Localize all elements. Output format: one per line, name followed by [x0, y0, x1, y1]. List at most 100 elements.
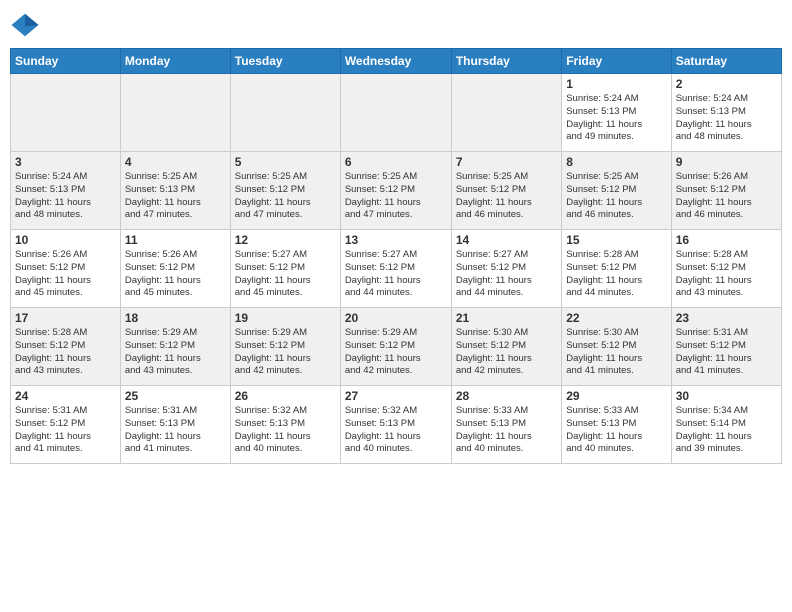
day-header-sunday: Sunday — [11, 49, 121, 74]
day-info: Sunrise: 5:27 AM Sunset: 5:12 PM Dayligh… — [456, 249, 557, 300]
calendar-cell — [120, 74, 230, 152]
day-number: 2 — [676, 77, 777, 91]
calendar-cell: 3Sunrise: 5:24 AM Sunset: 5:13 PM Daylig… — [11, 152, 121, 230]
day-info: Sunrise: 5:32 AM Sunset: 5:13 PM Dayligh… — [345, 405, 447, 456]
calendar-cell: 11 Sunrise: 5:26 AM Sunset: 5:12 PM Dayli… — [120, 230, 230, 308]
day-number: 18 — [125, 311, 226, 325]
day-info: Sunrise: 5:31 AM Sunset: 5:12 PM Dayligh… — [15, 405, 116, 456]
day-info: Sunrise: 5:31 AM Sunset: 5:12 PM Dayligh… — [676, 327, 777, 378]
day-header-tuesday: Tuesday — [230, 49, 340, 74]
day-info: Sunrise: 5:24 AM Sunset: 5:13 PM Dayligh… — [676, 93, 777, 144]
day-info: Sunrise: 5:25 AM Sunset: 5:12 PM Dayligh… — [235, 171, 336, 222]
calendar-cell: 9 Sunrise: 5:26 AM Sunset: 5:12 PM Daylig… — [671, 152, 781, 230]
calendar-cell: 28Sunrise: 5:33 AM Sunset: 5:13 PM Dayli… — [451, 386, 561, 464]
day-number: 16 — [676, 233, 777, 247]
day-info: Sunrise: 5:29 AM Sunset: 5:12 PM Dayligh… — [125, 327, 226, 378]
day-info: Sunrise: 5:30 AM Sunset: 5:12 PM Dayligh… — [456, 327, 557, 378]
day-header-wednesday: Wednesday — [340, 49, 451, 74]
day-number: 15 — [566, 233, 666, 247]
day-number: 7 — [456, 155, 557, 169]
page: SundayMondayTuesdayWednesdayThursdayFrid… — [0, 0, 792, 612]
day-info: Sunrise: 5:25 AM Sunset: 5:12 PM Dayligh… — [456, 171, 557, 222]
day-number: 30 — [676, 389, 777, 403]
day-info: Sunrise: 5:31 AM Sunset: 5:13 PM Dayligh… — [125, 405, 226, 456]
calendar-cell: 26Sunrise: 5:32 AM Sunset: 5:13 PM Dayli… — [230, 386, 340, 464]
day-number: 1 — [566, 77, 666, 91]
day-number: 4 — [125, 155, 226, 169]
calendar-cell: 4 Sunrise: 5:25 AM Sunset: 5:13 PM Daylig… — [120, 152, 230, 230]
day-info: Sunrise: 5:25 AM Sunset: 5:13 PM Dayligh… — [125, 171, 226, 222]
calendar-cell — [340, 74, 451, 152]
day-number: 27 — [345, 389, 447, 403]
day-number: 6 — [345, 155, 447, 169]
week-row-5: 24 Sunrise: 5:31 AM Sunset: 5:12 PM Dayli… — [11, 386, 782, 464]
day-number: 21 — [456, 311, 557, 325]
day-info: Sunrise: 5:25 AM Sunset: 5:12 PM Dayligh… — [345, 171, 447, 222]
day-number: 26 — [235, 389, 336, 403]
day-info: Sunrise: 5:29 AM Sunset: 5:12 PM Dayligh… — [235, 327, 336, 378]
day-info: Sunrise: 5:26 AM Sunset: 5:12 PM Dayligh… — [676, 171, 777, 222]
day-info: Sunrise: 5:34 AM Sunset: 5:14 PM Dayligh… — [676, 405, 777, 456]
calendar-cell: 16Sunrise: 5:28 AM Sunset: 5:12 PM Dayli… — [671, 230, 781, 308]
calendar-cell — [451, 74, 561, 152]
day-header-thursday: Thursday — [451, 49, 561, 74]
day-number: 14 — [456, 233, 557, 247]
week-row-3: 10Sunrise: 5:26 AM Sunset: 5:12 PM Dayli… — [11, 230, 782, 308]
calendar-cell: 18 Sunrise: 5:29 AM Sunset: 5:12 PM Dayli… — [120, 308, 230, 386]
calendar-cell — [230, 74, 340, 152]
day-number: 5 — [235, 155, 336, 169]
day-number: 20 — [345, 311, 447, 325]
day-number: 25 — [125, 389, 226, 403]
day-number: 8 — [566, 155, 666, 169]
day-header-monday: Monday — [120, 49, 230, 74]
calendar-cell: 13 Sunrise: 5:27 AM Sunset: 5:12 PM Dayli… — [340, 230, 451, 308]
day-info: Sunrise: 5:28 AM Sunset: 5:12 PM Dayligh… — [15, 327, 116, 378]
week-row-2: 3Sunrise: 5:24 AM Sunset: 5:13 PM Daylig… — [11, 152, 782, 230]
header — [10, 10, 782, 40]
day-info: Sunrise: 5:33 AM Sunset: 5:13 PM Dayligh… — [566, 405, 666, 456]
calendar-cell: 25 Sunrise: 5:31 AM Sunset: 5:13 PM Dayli… — [120, 386, 230, 464]
calendar-cell: 8 Sunrise: 5:25 AM Sunset: 5:12 PM Daylig… — [562, 152, 671, 230]
day-header-saturday: Saturday — [671, 49, 781, 74]
calendar-cell: 20 Sunrise: 5:29 AM Sunset: 5:12 PM Dayli… — [340, 308, 451, 386]
day-number: 9 — [676, 155, 777, 169]
day-info: Sunrise: 5:29 AM Sunset: 5:12 PM Dayligh… — [345, 327, 447, 378]
day-number: 24 — [15, 389, 116, 403]
day-info: Sunrise: 5:27 AM Sunset: 5:12 PM Dayligh… — [345, 249, 447, 300]
logo — [10, 10, 44, 40]
calendar-cell: 24 Sunrise: 5:31 AM Sunset: 5:12 PM Dayli… — [11, 386, 121, 464]
day-number: 28 — [456, 389, 557, 403]
day-number: 23 — [676, 311, 777, 325]
calendar-cell: 21 Sunrise: 5:30 AM Sunset: 5:12 PM Dayli… — [451, 308, 561, 386]
calendar-cell: 27 Sunrise: 5:32 AM Sunset: 5:13 PM Dayli… — [340, 386, 451, 464]
day-info: Sunrise: 5:28 AM Sunset: 5:12 PM Dayligh… — [566, 249, 666, 300]
calendar-cell: 23 Sunrise: 5:31 AM Sunset: 5:12 PM Dayli… — [671, 308, 781, 386]
calendar-cell: 19 Sunrise: 5:29 AM Sunset: 5:12 PM Dayli… — [230, 308, 340, 386]
day-info: Sunrise: 5:27 AM Sunset: 5:12 PM Dayligh… — [235, 249, 336, 300]
calendar-cell: 12 Sunrise: 5:27 AM Sunset: 5:12 PM Dayli… — [230, 230, 340, 308]
calendar-cell: 17 Sunrise: 5:28 AM Sunset: 5:12 PM Dayli… — [11, 308, 121, 386]
calendar-cell: 15 Sunrise: 5:28 AM Sunset: 5:12 PM Dayli… — [562, 230, 671, 308]
calendar: SundayMondayTuesdayWednesdayThursdayFrid… — [10, 48, 782, 464]
calendar-cell: 29Sunrise: 5:33 AM Sunset: 5:13 PM Dayli… — [562, 386, 671, 464]
day-info: Sunrise: 5:26 AM Sunset: 5:12 PM Dayligh… — [125, 249, 226, 300]
day-info: Sunrise: 5:24 AM Sunset: 5:13 PM Dayligh… — [566, 93, 666, 144]
logo-icon — [10, 10, 40, 40]
day-header-friday: Friday — [562, 49, 671, 74]
calendar-cell: 22Sunrise: 5:30 AM Sunset: 5:12 PM Dayli… — [562, 308, 671, 386]
day-number: 19 — [235, 311, 336, 325]
day-number: 3 — [15, 155, 116, 169]
day-number: 11 — [125, 233, 226, 247]
week-row-4: 17 Sunrise: 5:28 AM Sunset: 5:12 PM Dayli… — [11, 308, 782, 386]
week-row-1: 1 Sunrise: 5:24 AM Sunset: 5:13 PM Daylig… — [11, 74, 782, 152]
day-number: 12 — [235, 233, 336, 247]
day-number: 22 — [566, 311, 666, 325]
calendar-cell: 5 Sunrise: 5:25 AM Sunset: 5:12 PM Daylig… — [230, 152, 340, 230]
calendar-cell: 7 Sunrise: 5:25 AM Sunset: 5:12 PM Daylig… — [451, 152, 561, 230]
day-number: 13 — [345, 233, 447, 247]
calendar-cell: 30 Sunrise: 5:34 AM Sunset: 5:14 PM Dayli… — [671, 386, 781, 464]
calendar-header-row: SundayMondayTuesdayWednesdayThursdayFrid… — [11, 49, 782, 74]
day-number: 17 — [15, 311, 116, 325]
day-info: Sunrise: 5:25 AM Sunset: 5:12 PM Dayligh… — [566, 171, 666, 222]
day-info: Sunrise: 5:26 AM Sunset: 5:12 PM Dayligh… — [15, 249, 116, 300]
